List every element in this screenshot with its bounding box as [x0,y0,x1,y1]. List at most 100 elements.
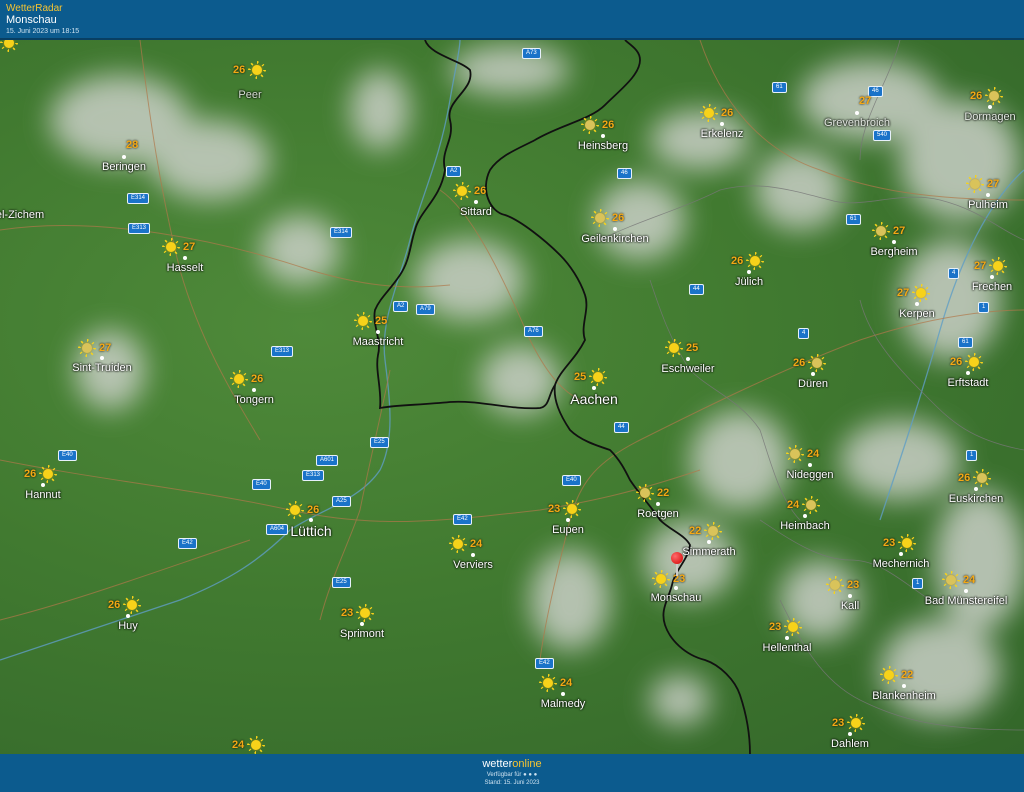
sun-icon [898,534,916,552]
place-name: Eschweiler [661,363,715,375]
place-name: Erkelenz [700,128,744,140]
weather-reading: 26 [453,182,486,200]
road-shield: E42 [535,658,554,669]
road-shield: A2 [446,166,462,177]
sun-icon [354,312,372,330]
place-dot [656,502,660,506]
temperature: 27 [893,225,906,237]
road-shield: 46 [617,168,632,179]
temperature: 27 [987,178,1000,190]
sun-icon [652,570,670,588]
temperature: 23 [847,579,860,591]
radar-map[interactable]: A73 61 46 A2 E314 E313 46 540 E314 61 A2… [0,40,1024,754]
place-name: Eupen [552,524,584,536]
place-dot [707,540,711,544]
sun-icon [746,252,764,270]
weather-reading: 23 [548,500,581,518]
sun-icon [636,484,654,502]
app-header: WetterRadar Monschau 15. Juni 2023 um 18… [0,0,1024,40]
temperature: 23 [548,503,561,515]
place-name: Simmerath [682,546,736,558]
road-shield: A601 [316,455,339,466]
road-shield: 44 [689,284,704,295]
road-shield: 61 [772,82,787,93]
location-pin-icon[interactable] [671,552,683,576]
temperature: 24 [232,739,245,751]
road-shield: A604 [266,524,289,535]
place-dot [126,614,130,618]
temperature: 26 [233,64,246,76]
weather-reading: 25 [574,368,607,386]
place-name: Grevenbroich [823,117,891,129]
place-dot [892,240,896,244]
sun-icon [700,104,718,122]
sun-icon [872,222,890,240]
place-dot [41,483,45,487]
temperature: 26 [721,107,734,119]
temperature: 26 [474,185,487,197]
road-shield: E313 [128,223,151,234]
temperature: 26 [731,255,744,267]
weather-reading: 26 [731,252,764,270]
temperature: 26 [950,356,963,368]
sun-icon [248,61,266,79]
road-shield: E313 [271,346,294,357]
place-name: Pulheim [968,199,1008,211]
place-name: Bergheim [870,246,918,258]
road-shield: E25 [332,577,351,588]
road-shield: A76 [524,326,543,337]
place-name: Hannut [25,489,61,501]
place-dot [974,487,978,491]
weather-reading: 23 [832,714,865,732]
sun-icon [912,284,930,302]
sun-icon [965,353,983,371]
sun-icon [539,674,557,692]
weather-reading: 22 [689,522,722,540]
road-shield: 61 [958,337,973,348]
place-dot [122,155,126,159]
weather-reading: 26 [233,61,266,79]
weather-reading: 24 [942,571,975,589]
sun-icon [808,354,826,372]
temperature: 23 [883,537,896,549]
place-name: Huy [118,620,138,632]
temperature: 26 [602,119,615,131]
sun-icon [973,469,991,487]
place-name: Heinsberg [577,140,629,152]
sun-icon [589,368,607,386]
sun-icon [230,370,248,388]
wetteronline-logo: wetteronline [0,758,1024,771]
weather-reading: 23 [826,576,859,594]
place-dot [183,256,187,260]
road-shield: E313 [302,470,325,481]
place-dot [986,193,990,197]
road-shield: E40 [562,475,581,486]
road-shield: 1 [966,450,978,461]
place-dot [855,111,859,115]
weather-reading: 25 [354,312,387,330]
place-name: Dormagen [964,111,1016,123]
place-name: Verviers [453,559,493,571]
place-dot [988,105,992,109]
weather-reading: 24 [539,674,572,692]
sun-icon [802,496,820,514]
place-name: Monschau [650,592,702,604]
place-name: Heimbach [780,520,830,532]
road-shield: E42 [178,538,197,549]
place-dot [848,594,852,598]
place-name: Frechen [971,281,1013,293]
place-dot [966,371,970,375]
temperature: 22 [657,487,670,499]
weather-reading: 23 [769,618,802,636]
temperature: 24 [560,677,573,689]
place-name: Sittard [460,206,492,218]
sun-icon [453,182,471,200]
sun-icon [0,40,18,52]
weather-reading: 24 [449,535,482,553]
place-dot [720,122,724,126]
temperature: 25 [375,315,388,327]
weather-reading: 27 [974,257,1007,275]
availability-text: Verfügbar für ● ● ● [486,772,538,778]
temperature: 26 [307,504,320,516]
place-name: Geilenkirchen [581,233,649,245]
